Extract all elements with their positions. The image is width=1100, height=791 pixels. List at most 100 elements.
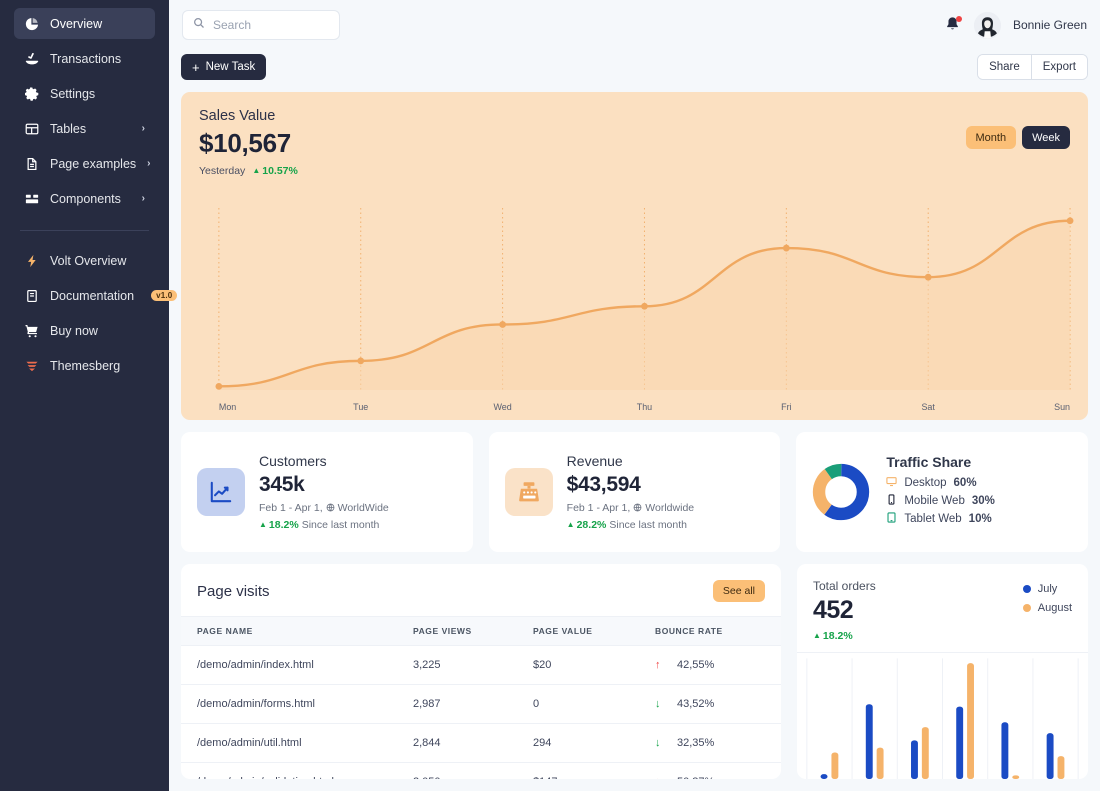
chevron-right-icon: › — [142, 193, 145, 204]
customers-card: Customers 345k Feb 1 - Apr 1, WorldWide … — [181, 432, 473, 552]
table-row[interactable]: /demo/admin/index.html3,225$20↑42,55% — [181, 646, 781, 685]
customers-range-text: Feb 1 - Apr 1, — [259, 502, 323, 514]
total-orders-value: 452 — [813, 597, 876, 625]
sales-card-info: Sales Value $10,567 Yesterday ▲ 10.57% — [199, 108, 298, 177]
traffic-item-mobile: Mobile Web 30% — [886, 494, 995, 508]
traffic-title: Traffic Share — [886, 454, 995, 470]
revenue-body: Revenue $43,594 Feb 1 - Apr 1, Worldwide… — [567, 453, 694, 530]
sidebar-primary-nav: Overview Transactions Settings Tables › — [14, 8, 155, 218]
cell-page-value: 0 — [533, 685, 655, 724]
legend-dot-july — [1023, 585, 1031, 593]
search-box[interactable] — [182, 10, 340, 40]
traffic-label-mobile: Mobile Web — [904, 495, 965, 507]
table-row[interactable]: /demo/admin/validation.html2,050$147↑50,… — [181, 763, 781, 780]
traffic-body: Traffic Share Desktop 60% Mobile Web — [886, 454, 995, 530]
revenue-range: Feb 1 - Apr 1, Worldwide — [567, 502, 694, 514]
sidebar-item-label: Transactions — [50, 52, 121, 66]
arrow-down-icon: ↓ — [655, 737, 664, 749]
total-orders-title: Total orders — [813, 579, 876, 593]
sales-value-card: Sales Value $10,567 Yesterday ▲ 10.57% M… — [181, 92, 1088, 420]
range-week-button[interactable]: Week — [1022, 126, 1070, 149]
table-row[interactable]: /demo/admin/util.html2,844294↓32,35% — [181, 724, 781, 763]
sidebar-item-tables[interactable]: Tables › — [14, 113, 155, 144]
arrow-down-icon: ↓ — [655, 698, 664, 710]
stats-row: Customers 345k Feb 1 - Apr 1, WorldWide … — [181, 432, 1088, 552]
bounce-value: 43,52% — [677, 698, 714, 710]
customers-delta-value: ▲ 18.2% — [259, 519, 299, 531]
cell-page-value: 294 — [533, 724, 655, 763]
revenue-range-text: Feb 1 - Apr 1, — [567, 502, 631, 514]
total-orders-card: Total orders 452 ▲ 18.2% July — [797, 564, 1088, 779]
cash-register-icon — [505, 468, 553, 516]
cell-bounce-rate: ↑50,87% — [655, 763, 781, 780]
cell-bounce-rate: ↑42,55% — [655, 646, 781, 685]
traffic-label-desktop: Desktop — [904, 477, 946, 489]
revenue-label: Revenue — [567, 453, 694, 469]
share-button[interactable]: Share — [978, 55, 1031, 79]
sales-range-toggle: Month Week — [966, 108, 1071, 149]
revenue-delta-value: ▲ 28.2% — [567, 519, 607, 531]
legend-item-august: August — [1023, 602, 1072, 614]
column-page-value: PAGE VALUE — [533, 617, 655, 646]
notification-dot — [956, 16, 962, 22]
legend-item-july: July — [1023, 583, 1072, 595]
bounce-value: 50,87% — [677, 776, 714, 779]
cell-bounce-rate: ↓ 43,52% — [655, 685, 781, 724]
arrow-up-icon: ↑ — [655, 659, 664, 671]
orders-legend: July August — [1023, 579, 1072, 642]
total-orders-delta-value: 18.2% — [823, 630, 853, 642]
total-orders-info: Total orders 452 ▲ 18.2% — [813, 579, 876, 642]
sidebar-item-transactions[interactable]: Transactions — [14, 43, 155, 74]
export-button[interactable]: Export — [1031, 55, 1087, 79]
document-icon — [24, 156, 39, 171]
traffic-value-tablet: 10% — [969, 513, 992, 525]
chevron-right-icon: › — [142, 123, 145, 134]
search-input[interactable] — [213, 18, 329, 32]
revenue-scope: Worldwide — [645, 502, 694, 514]
revenue-delta: ▲ 28.2% Since last month — [567, 519, 694, 531]
see-all-button[interactable]: See all — [713, 580, 765, 602]
sidebar-item-label: Components — [50, 192, 121, 206]
caret-up-icon: ▲ — [252, 166, 260, 175]
table-row[interactable]: /demo/admin/forms.html2,9870↓43,52% — [181, 685, 781, 724]
traffic-value-desktop: 60% — [954, 477, 977, 489]
sidebar-item-buy-now[interactable]: Buy now — [14, 315, 155, 346]
total-orders-delta: ▲ 18.2% — [813, 630, 876, 642]
range-month-button[interactable]: Month — [966, 126, 1017, 149]
top-bar: Bonnie Green — [181, 0, 1088, 50]
total-orders-header: Total orders 452 ▲ 18.2% July — [797, 564, 1088, 654]
sidebar-item-themesberg[interactable]: Themesberg — [14, 350, 155, 381]
sidebar-item-page-examples[interactable]: Page examples › — [14, 148, 155, 179]
themesberg-icon — [24, 358, 39, 373]
tablet-icon — [886, 512, 897, 526]
revenue-delta-suffix: Since last month — [609, 519, 687, 531]
notifications-button[interactable] — [945, 16, 962, 35]
sidebar: Overview Transactions Settings Tables › — [0, 0, 169, 791]
sidebar-item-label: Themesberg — [50, 359, 120, 373]
sidebar-item-volt-overview[interactable]: Volt Overview — [14, 245, 155, 276]
sales-value: $10,567 — [199, 129, 298, 159]
customers-scope: WorldWide — [338, 502, 389, 514]
caret-up-icon: ▲ — [567, 520, 575, 529]
sales-line-chart: MonTueWedThuFriSatSun — [181, 190, 1088, 420]
sidebar-item-components[interactable]: Components › — [14, 183, 155, 214]
sidebar-item-overview[interactable]: Overview — [14, 8, 155, 39]
cell-page-name: /demo/admin/util.html — [181, 724, 413, 763]
plus-icon: + — [192, 61, 200, 74]
traffic-item-tablet: Tablet Web 10% — [886, 512, 995, 526]
column-page-name: PAGE NAME — [181, 617, 413, 646]
new-task-button[interactable]: + New Task — [181, 54, 266, 80]
sidebar-item-documentation[interactable]: Documentation v1.0 — [14, 280, 155, 311]
dashboard-root: Overview Transactions Settings Tables › — [0, 0, 1100, 791]
page-visits-header: Page visits See all — [181, 564, 781, 616]
svg-text:Mon: Mon — [219, 402, 236, 412]
sidebar-item-settings[interactable]: Settings — [14, 78, 155, 109]
avatar[interactable] — [974, 12, 1001, 39]
pie-chart-icon — [24, 16, 39, 31]
cell-page-views: 3,225 — [413, 646, 533, 685]
sidebar-divider — [20, 230, 149, 231]
traffic-item-desktop: Desktop 60% — [886, 476, 995, 490]
sidebar-secondary-nav: Volt Overview Documentation v1.0 Buy now — [14, 245, 155, 385]
line-chart-icon — [197, 468, 245, 516]
cell-page-views: 2,050 — [413, 763, 533, 780]
